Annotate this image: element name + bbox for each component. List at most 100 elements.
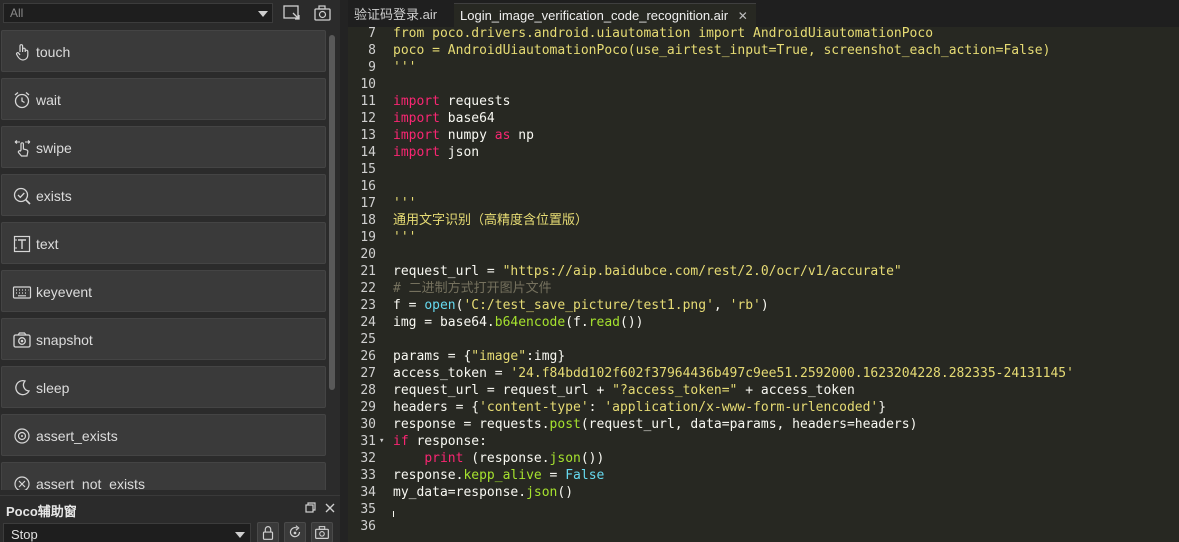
code-token: + access_token xyxy=(737,383,855,398)
line-number: 36 xyxy=(360,519,376,534)
line-number: 11 xyxy=(360,94,376,109)
lock-button[interactable] xyxy=(257,522,279,542)
action-label: touch xyxy=(36,44,71,60)
tab-label: Login_image_verification_code_recognitio… xyxy=(460,8,729,23)
code-token: base64 xyxy=(439,111,495,126)
code-text: response.kepp_alive = False xyxy=(393,467,604,484)
action-label: exists xyxy=(36,188,72,204)
code-text: import json xyxy=(393,144,479,161)
filter-toolbar: All xyxy=(0,0,340,26)
touch-icon xyxy=(12,42,32,62)
code-token: response: xyxy=(408,434,487,449)
line-number: 32 xyxy=(360,451,376,466)
line-number: 26 xyxy=(360,349,376,364)
action-swipe[interactable]: swipe xyxy=(1,126,326,168)
camera-icon xyxy=(315,526,329,539)
target-cross-icon xyxy=(12,474,32,490)
panel-divider[interactable] xyxy=(340,0,348,542)
action-keyevent[interactable]: keyevent xyxy=(1,270,326,312)
code-text: headers = {'content-type': 'application/… xyxy=(393,399,886,416)
action-text[interactable]: text xyxy=(1,222,326,264)
line-number: 35 xyxy=(360,502,376,517)
action-snapshot[interactable]: snapshot xyxy=(1,318,326,360)
line-number: 22 xyxy=(360,281,376,296)
code-token: import xyxy=(393,128,440,143)
refresh-icon xyxy=(289,525,301,538)
code-text: import requests xyxy=(393,93,510,110)
refresh-button[interactable] xyxy=(284,522,306,542)
filter-select[interactable]: All xyxy=(3,3,273,23)
action-label: sleep xyxy=(36,380,70,396)
action-wait[interactable]: wait xyxy=(1,78,326,120)
line-number: 16 xyxy=(360,179,376,194)
code-text: request_url = "https://aip.baidubce.com/… xyxy=(393,263,902,280)
code-token: print xyxy=(424,451,464,466)
restore-window-icon[interactable] xyxy=(302,500,318,516)
code-token: b64encode xyxy=(494,315,566,330)
line-number: 33 xyxy=(360,468,376,483)
action-sleep[interactable]: sleep xyxy=(1,366,326,408)
code-token: 'application/x-www-form-urlencoded' xyxy=(604,400,879,415)
action-exists[interactable]: exists xyxy=(1,174,326,216)
code-token: response = requests. xyxy=(393,417,550,432)
line-number: 12 xyxy=(360,111,376,126)
code-token: 'rb' xyxy=(729,298,761,313)
tab-verification-login[interactable]: 验证码登录.air xyxy=(348,3,445,27)
code-text: print (response.json()) xyxy=(393,450,604,467)
text-cursor xyxy=(393,511,394,517)
code-token: () xyxy=(557,485,574,500)
scrollbar-thumb[interactable] xyxy=(329,35,335,390)
code-token: my_data=response. xyxy=(393,485,527,500)
code-token: (request_url, data=params, headers=heade… xyxy=(580,417,918,432)
fold-toggle-icon[interactable]: ▾ xyxy=(379,433,384,450)
code-token: requests xyxy=(439,94,511,109)
code-token: ) xyxy=(760,298,769,313)
code-token: = xyxy=(541,468,566,483)
device-screenshot-icon[interactable] xyxy=(312,3,334,23)
code-text: access_token = '24.f84bdd102f602f3796443… xyxy=(393,365,1074,382)
poco-controls: Stop xyxy=(0,521,340,542)
line-number: 7 xyxy=(368,26,376,41)
line-number: 15 xyxy=(360,162,376,177)
left-panel: All touch wait swipe exists text keyevent snap… xyxy=(0,0,340,542)
camera-icon xyxy=(12,330,32,350)
code-token: : xyxy=(588,400,605,415)
action-touch[interactable]: touch xyxy=(1,30,326,72)
poco-screenshot-button[interactable] xyxy=(311,522,333,542)
code-text: params = {"image":img} xyxy=(393,348,565,365)
code-area[interactable]: 7 from poco.drivers.android.uiautomation … xyxy=(348,25,1179,542)
code-token: ''' xyxy=(393,60,417,75)
code-token: "https://aip.baidubce.com/rest/2.0/ocr/v… xyxy=(502,264,902,279)
code-token: open xyxy=(424,298,456,313)
action-label: keyevent xyxy=(36,284,93,300)
action-label: wait xyxy=(36,92,61,108)
code-token: "image" xyxy=(471,349,527,364)
keyboard-icon xyxy=(12,282,32,302)
line-number: 13 xyxy=(360,128,376,143)
scrollbar[interactable] xyxy=(328,30,336,490)
line-number: 28 xyxy=(360,383,376,398)
record-screen-icon[interactable] xyxy=(281,3,303,23)
poco-mode-select[interactable]: Stop xyxy=(3,523,251,542)
code-token: # 二进制方式打开图片文件 xyxy=(393,281,552,296)
code-token: import xyxy=(393,94,440,109)
action-assert-not-exists[interactable]: assert_not_exists xyxy=(1,462,326,490)
line-number: 34 xyxy=(360,485,376,500)
close-icon[interactable] xyxy=(322,500,338,516)
action-assert-exists[interactable]: assert_exists xyxy=(1,414,326,456)
line-number: 24 xyxy=(360,315,376,330)
code-token: params = { xyxy=(393,349,472,364)
code-token: json xyxy=(526,485,558,500)
line-number: 14 xyxy=(360,145,376,160)
line-number: 27 xyxy=(360,366,376,381)
line-number: 29 xyxy=(360,400,376,415)
code-editor: 验证码登录.air Login_image_verification_code_… xyxy=(348,0,1179,542)
code-token: } xyxy=(878,400,887,415)
line-number: 10 xyxy=(360,77,376,92)
chevron-down-icon xyxy=(258,11,268,17)
code-text: poco = AndroidUiautomationPoco(use_airte… xyxy=(393,42,1050,59)
alarm-clock-icon xyxy=(12,90,32,110)
tab-login-image-recognition[interactable]: Login_image_verification_code_recognitio… xyxy=(454,3,756,27)
editor-tab-bar: 验证码登录.air Login_image_verification_code_… xyxy=(348,0,1179,27)
